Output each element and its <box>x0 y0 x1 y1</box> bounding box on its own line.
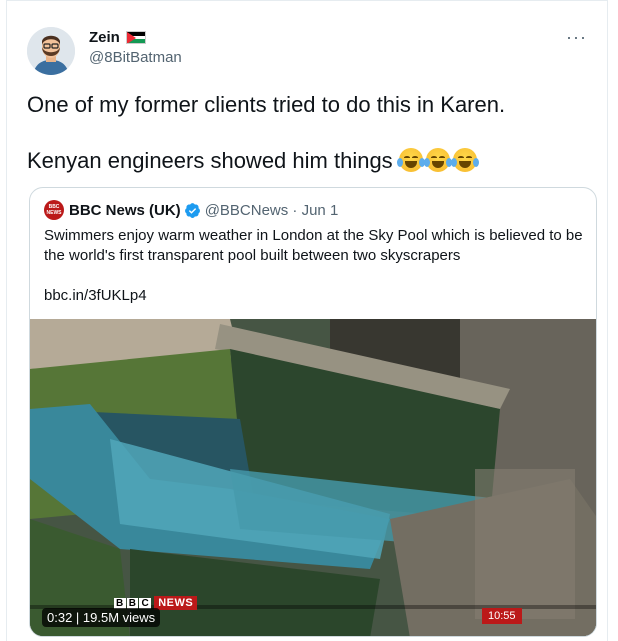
quoted-tweet-text: Swimmers enjoy warm weather in London at… <box>44 227 583 264</box>
tweet-line-2-text: Kenyan engineers showed him things <box>27 148 393 173</box>
avatar[interactable] <box>27 27 75 75</box>
news-bug-label: NEWS <box>154 596 198 610</box>
tweet-line-2: Kenyan engineers showed him things <box>27 147 587 175</box>
sky-pool-video-frame <box>30 319 596 636</box>
palestine-flag-icon <box>125 31 146 44</box>
tweet-header: Zein @8BitBatman ··· <box>27 27 591 75</box>
bearded-man-avatar <box>27 27 75 75</box>
tweet-card[interactable]: Zein @8BitBatman ··· One of my former cl… <box>6 0 608 641</box>
broadcast-clock: 10:55 <box>482 608 522 624</box>
author-display-name[interactable]: Zein <box>89 29 120 46</box>
bbc-news-logo[interactable]: BBC NEWS <box>44 200 64 220</box>
face-with-tears-of-joy-icon <box>396 148 425 172</box>
author-display-name-row[interactable]: Zein <box>89 29 182 46</box>
face-with-tears-of-joy-icon <box>423 148 452 172</box>
quoted-handle-date[interactable]: @BBCNews · Jun 1 <box>205 202 339 219</box>
emoji-row <box>396 148 479 172</box>
quoted-tweet[interactable]: BBC NEWS BBC News (UK) @BBCNews · Jun 1 S… <box>29 187 597 637</box>
video-player[interactable]: B B C NEWS 0:32 | 19.5M views 10:55 <box>30 319 596 636</box>
tweet-line-1: One of my former clients tried to do thi… <box>27 92 506 117</box>
face-with-tears-of-joy-icon <box>450 148 479 172</box>
video-duration-views: 0:32 | 19.5M views <box>42 608 161 627</box>
quoted-tweet-header: BBC NEWS BBC News (UK) @BBCNews · Jun 1 <box>44 200 338 220</box>
quoted-tweet-link[interactable]: bbc.in/3fUKLp4 <box>44 287 147 304</box>
author-handle[interactable]: @8BitBatman <box>89 49 182 66</box>
author-names: Zein @8BitBatman <box>89 29 182 66</box>
quoted-display-name[interactable]: BBC News (UK) <box>69 202 181 219</box>
verified-badge-icon <box>184 202 200 218</box>
more-horizontal-icon[interactable]: ··· <box>566 27 587 48</box>
